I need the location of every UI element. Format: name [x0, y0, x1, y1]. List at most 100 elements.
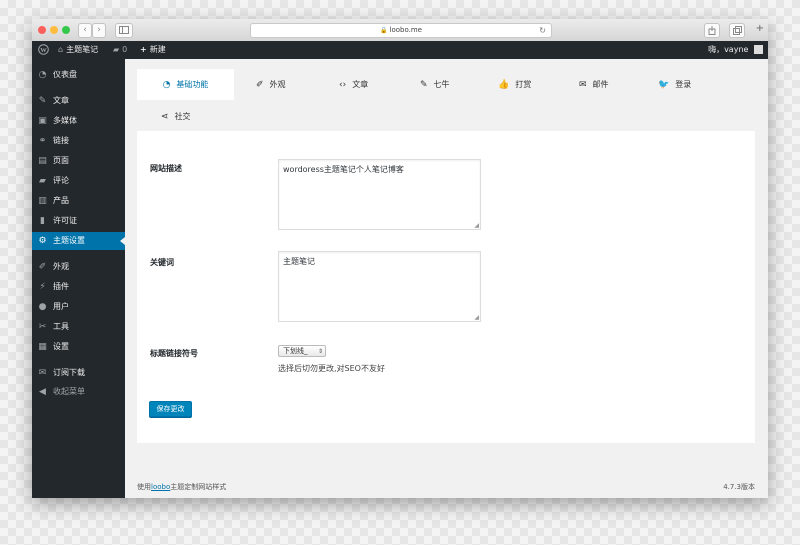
share-button[interactable] [704, 23, 720, 38]
sidebar-item-label: 页面 [53, 156, 69, 165]
tab-appearance[interactable]: ✐ 外观 [256, 69, 286, 100]
select-arrows-icon: ⇕ [317, 348, 323, 355]
sidebar-item-label: 文章 [53, 96, 69, 105]
browser-window: ‹ › 🔒 loobo.me ↻ + W ⌂ 主题笔记 ▰ 0 + 新建 嗨，v… [32, 19, 768, 498]
comment-bubble-icon: ▰ [113, 45, 120, 54]
lock-icon: ▮ [40, 216, 45, 226]
tab-label: 邮件 [592, 80, 609, 89]
keywords-value: 主题笔记 [283, 257, 315, 266]
keywords-textarea[interactable]: 主题笔记 ◢ [278, 251, 481, 322]
sidebar-item-tools[interactable]: ✂ 工具 [32, 318, 125, 336]
sidebar-item-media[interactable]: ▣ 多媒体 [32, 112, 125, 130]
new-content-link[interactable]: + 新建 [140, 41, 166, 59]
resize-handle-icon[interactable]: ◢ [474, 223, 479, 229]
tab-login[interactable]: 🐦 登录 [658, 69, 691, 100]
sidebar-item-links[interactable]: ⚭ 链接 [32, 132, 125, 150]
footer-prefix: 使用 [137, 483, 151, 491]
sidebar-item-label: 仪表盘 [53, 70, 77, 79]
sidebar-item-products[interactable]: ▥ 产品 [32, 192, 125, 210]
new-tab-icon[interactable]: + [756, 24, 764, 34]
tab-social[interactable]: ⋖ 社交 [161, 101, 191, 132]
footer-theme-link[interactable]: loobo [151, 483, 170, 491]
sidebar-item-theme-settings[interactable]: ⚙ 主题设置 [32, 232, 125, 250]
tab-posts[interactable]: ‹› 文章 [339, 69, 368, 100]
footer-suffix: 主题定制网站样式 [170, 483, 227, 491]
tab-label: 打赏 [515, 80, 532, 89]
zoom-window-button[interactable] [62, 26, 70, 34]
sidebar-item-label: 许可证 [53, 216, 77, 225]
footer-version: 4.7.3版本 [723, 483, 755, 491]
user-icon: ● [38, 302, 47, 312]
comments-link[interactable]: ▰ 0 [113, 41, 127, 59]
tabs-overview-button[interactable] [729, 23, 745, 38]
title-separator-select[interactable]: 下划线_ ⇕ [278, 345, 326, 357]
site-description-textarea[interactable]: wordoress主题笔记个人笔记博客 ◢ [278, 159, 481, 230]
save-button[interactable]: 保存更改 [149, 401, 192, 417]
tab-mail[interactable]: ✉ 邮件 [579, 69, 609, 100]
sidebar-item-label: 用户 [53, 302, 69, 311]
sidebar-item-label: 插件 [53, 282, 69, 291]
gear-icon: ⚙ [38, 236, 47, 246]
wordpress-logo-icon[interactable]: W [38, 41, 49, 59]
sidebar-item-label: 产品 [53, 196, 69, 205]
upload-icon: ✎ [420, 80, 428, 90]
sidebar-item-label: 多媒体 [53, 116, 77, 125]
sidebar-item-users[interactable]: ● 用户 [32, 298, 125, 316]
sidebar-item-appearance[interactable]: ✐ 外观 [32, 258, 125, 276]
admin-bar: W ⌂ 主题笔记 ▰ 0 + 新建 嗨，vayne [32, 41, 768, 59]
reload-icon[interactable]: ↻ [539, 24, 546, 37]
sidebar-item-subscribe-download[interactable]: ✉ 订阅下载 [32, 364, 125, 382]
thumbs-up-icon: 👍 [498, 80, 510, 90]
tab-qiniu[interactable]: ✎ 七牛 [420, 69, 450, 100]
sidebar-item-label: 外观 [53, 262, 69, 271]
sidebar-item-settings[interactable]: ▦ 设置 [32, 338, 125, 356]
address-bar[interactable]: 🔒 loobo.me ↻ [250, 23, 552, 38]
sidebar-item-dashboard[interactable]: ◔ 仪表盘 [32, 66, 125, 84]
home-icon: ⌂ [58, 45, 64, 54]
tab-label: 七牛 [433, 80, 450, 89]
tab-label: 基础功能 [176, 80, 209, 89]
resize-handle-icon[interactable]: ◢ [474, 315, 479, 321]
sidebar-item-pages[interactable]: ▤ 页面 [32, 152, 125, 170]
close-window-button[interactable] [38, 26, 46, 34]
sidebar-collapse-menu[interactable]: ◀ 收起菜单 [32, 383, 125, 401]
tab-label: 文章 [352, 80, 369, 89]
tab-basic[interactable]: ◔ 基础功能 [137, 69, 234, 100]
code-icon: ‹› [339, 80, 347, 90]
svg-text:W: W [40, 47, 47, 54]
sidebar-item-posts[interactable]: ✎ 文章 [32, 92, 125, 110]
forward-button[interactable]: › [92, 23, 106, 38]
back-button[interactable]: ‹ [78, 23, 92, 38]
tab-reward[interactable]: 👍 打赏 [498, 69, 531, 100]
avatar [754, 45, 763, 54]
comments-count: 0 [122, 45, 128, 54]
settings-panel: 网站描述 wordoress主题笔记个人笔记博客 ◢ 关键词 主题笔记 ◢ 标题… [137, 131, 755, 443]
tab-label: 外观 [269, 80, 286, 89]
product-icon: ▥ [38, 196, 47, 206]
share-icon [708, 26, 716, 35]
site-name-link[interactable]: ⌂ 主题笔记 [58, 41, 98, 59]
keywords-label: 关键词 [150, 258, 174, 267]
envelope-icon: ✉ [579, 80, 587, 90]
share-icon: ⋖ [161, 112, 169, 122]
page-icon: ▤ [38, 156, 47, 166]
title-separator-selected: 下划线_ [283, 347, 308, 355]
sidebar-item-label: 链接 [53, 136, 69, 145]
settings-icon: ▦ [38, 342, 47, 352]
site-name: 主题笔记 [66, 45, 99, 54]
title-separator-label: 标题链接符号 [150, 349, 198, 358]
sidebar-item-plugins[interactable]: ⚡ 插件 [32, 278, 125, 296]
sidebar-item-license[interactable]: ▮ 许可证 [32, 212, 125, 230]
collapse-icon: ◀ [39, 387, 46, 397]
pin-icon: ✎ [38, 96, 47, 106]
brush-icon: ✐ [256, 80, 264, 90]
account-menu[interactable]: 嗨，vayne [708, 41, 763, 59]
sidebar-item-label: 评论 [53, 176, 69, 185]
title-separator-hint: 选择后切勿更改,对SEO不友好 [278, 364, 385, 373]
dashboard-icon: ◔ [162, 80, 171, 90]
sidebar-toggle-button[interactable] [115, 23, 133, 38]
minimize-window-button[interactable] [50, 26, 58, 34]
browser-toolbar: ‹ › 🔒 loobo.me ↻ + [32, 19, 768, 42]
sidebar-item-comments[interactable]: ▰ 评论 [32, 172, 125, 190]
settings-tabs: ◔ 基础功能 ✐ 外观 ‹› 文章 ✎ 七牛 👍 打赏 ✉ 邮件 🐦 登录 ⋖ 社交 [137, 68, 755, 131]
